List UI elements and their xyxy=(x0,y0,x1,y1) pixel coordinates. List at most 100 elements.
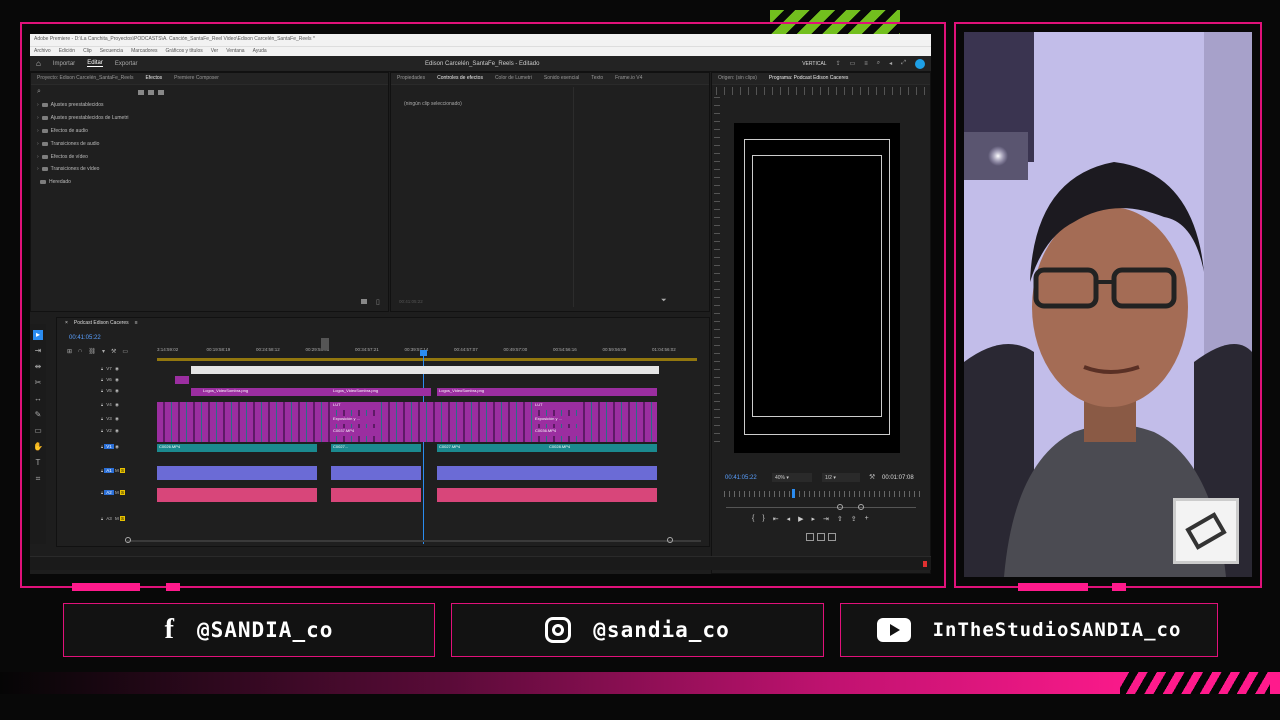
track-select-icon[interactable]: ⇥ xyxy=(33,346,43,356)
playhead-handle[interactable] xyxy=(420,350,427,356)
track-label[interactable]: A3 xyxy=(104,516,114,521)
tree-item[interactable]: Heredado xyxy=(31,176,388,189)
selection-tool-icon[interactable]: ▸ xyxy=(33,330,43,340)
tab-program[interactable]: Programa: Podcast Edison Caceres xyxy=(769,75,848,82)
tab-effects[interactable]: Efectos xyxy=(145,75,162,82)
rectangle-icon[interactable]: ▭ xyxy=(33,426,43,436)
preset-icon[interactable] xyxy=(148,89,154,95)
zoom-handle-left[interactable] xyxy=(837,504,843,510)
slip-icon[interactable]: ↔ xyxy=(33,394,43,404)
eye-icon[interactable]: ◉ xyxy=(114,416,119,421)
extract-icon[interactable]: ⇪ xyxy=(851,515,857,523)
settings-icon[interactable] xyxy=(828,533,836,541)
video-clip[interactable]: LUT xyxy=(533,402,583,410)
menu-item[interactable]: Marcadores xyxy=(131,48,157,55)
audio-clip[interactable] xyxy=(437,488,657,502)
monitor-scrub-bar[interactable] xyxy=(724,491,924,497)
audio-clip[interactable] xyxy=(331,466,421,480)
eye-icon[interactable]: ◉ xyxy=(114,402,119,407)
scroll-handle-right[interactable] xyxy=(667,537,673,543)
tab-text[interactable]: Texto xyxy=(591,75,603,82)
video-clip[interactable]: C0037.MP4 xyxy=(331,428,381,436)
track-label[interactable]: A2 xyxy=(104,490,114,495)
go-to-in-icon[interactable]: ⇤ xyxy=(773,515,779,523)
track-label[interactable]: A1 xyxy=(104,468,114,473)
step-back-icon[interactable]: ◂ xyxy=(787,515,791,523)
snap-icon[interactable]: ∩ xyxy=(78,348,82,355)
video-clip[interactable] xyxy=(191,388,201,396)
eye-icon[interactable]: ◉ xyxy=(114,428,119,433)
tree-item[interactable]: › Transiciones de vídeo xyxy=(31,163,388,176)
program-preview[interactable] xyxy=(734,123,900,453)
close-icon[interactable]: × xyxy=(65,320,68,328)
audio-clip[interactable] xyxy=(157,466,317,480)
menu-item[interactable]: Gráficos y títulos xyxy=(165,48,202,55)
menu-icon[interactable]: ≡ xyxy=(864,61,868,67)
panel-icon[interactable]: ▭ xyxy=(850,60,856,67)
solo-button[interactable]: S xyxy=(120,516,126,521)
sequence-tab[interactable]: Podcast Edison Caceres xyxy=(74,320,129,328)
speaker-icon[interactable]: ◂ xyxy=(889,60,892,67)
track-header-v7[interactable]: 🔒︎ V7 ◉ xyxy=(101,366,181,375)
search-icon[interactable]: ⌕ xyxy=(37,88,41,96)
track-label[interactable]: V6 xyxy=(104,377,114,382)
compare-icon[interactable] xyxy=(817,533,825,541)
tree-item[interactable]: › Efectos de vídeo xyxy=(31,150,388,163)
add-button-icon[interactable]: + xyxy=(865,515,869,523)
eye-icon[interactable]: ◉ xyxy=(114,388,119,393)
menu-item[interactable]: Edición xyxy=(59,48,75,55)
play-icon[interactable]: ▶ xyxy=(798,515,803,523)
menu-item[interactable]: Archivo xyxy=(34,48,51,55)
zoom-handle-right[interactable] xyxy=(858,504,864,510)
type-icon[interactable]: T xyxy=(33,458,43,468)
tab-editar[interactable]: Editar xyxy=(87,60,103,67)
resolution-select[interactable]: 1/2 ▾ xyxy=(822,473,860,482)
video-clip[interactable]: Logos_VideoSombra.png xyxy=(331,388,431,396)
tab-lumetri[interactable]: Color de Lumetri xyxy=(495,75,532,82)
video-clip[interactable]: C0027.MP4 xyxy=(437,444,547,452)
marker-icon[interactable]: ▾ xyxy=(102,348,105,355)
solo-button[interactable]: S xyxy=(120,468,126,473)
audio-clip[interactable] xyxy=(331,488,421,502)
captions-icon[interactable]: ▭ xyxy=(122,348,128,355)
menu-item[interactable]: Ayuda xyxy=(253,48,267,55)
share-icon[interactable]: ⇪ xyxy=(836,60,841,67)
audio-clip[interactable] xyxy=(437,466,657,480)
zoom-bar[interactable] xyxy=(726,507,916,508)
export-frame-icon[interactable] xyxy=(806,533,814,541)
settings-wrench-icon[interactable]: ⚒ xyxy=(111,348,116,355)
monitor-playhead[interactable] xyxy=(792,489,795,498)
tab-project[interactable]: Proyecto: Edison Carcelén_SantaFe_Reels xyxy=(37,75,133,82)
track-header-a3[interactable]: 🔒︎ A3 M S xyxy=(101,516,181,525)
tab-source[interactable]: Origen: (sin clips) xyxy=(718,75,757,82)
new-bin-icon[interactable] xyxy=(138,89,144,95)
eye-icon[interactable]: ◉ xyxy=(114,444,119,449)
tree-item[interactable]: › Transiciones de audio xyxy=(31,137,388,150)
tab-frameio[interactable]: Frame.io V4 xyxy=(615,75,642,82)
playhead-line[interactable] xyxy=(423,354,424,544)
scroll-handle-left[interactable] xyxy=(125,537,131,543)
tab-essential-sound[interactable]: Sonido esencial xyxy=(544,75,579,82)
menu-item[interactable]: Ver xyxy=(211,48,219,55)
ripple-edit-icon[interactable]: ⇹ xyxy=(33,362,43,372)
tab-exportar[interactable]: Exportar xyxy=(115,61,138,67)
wrench-icon[interactable]: ⚒ xyxy=(869,473,875,481)
lift-icon[interactable]: ⇧ xyxy=(837,515,843,523)
timeline-ruler[interactable]: 3:14:59:02 00:19:58:19 00:24:58:12 00:29:58… xyxy=(157,347,697,357)
video-clip[interactable]: C0036.MP4 xyxy=(533,428,583,436)
track-label[interactable]: V4 xyxy=(104,402,114,407)
video-clip[interactable]: C0026.MP4 xyxy=(157,444,317,452)
cloud-icon[interactable] xyxy=(915,58,925,69)
audio-clip[interactable] xyxy=(157,488,317,502)
video-clip[interactable]: Logos_VideoSombra.png xyxy=(437,388,657,396)
home-icon[interactable]: ⌂ xyxy=(36,59,41,68)
menu-item[interactable]: Clip xyxy=(83,48,92,55)
track-label[interactable]: V1 xyxy=(104,444,114,449)
solo-button[interactable]: S xyxy=(120,490,126,495)
step-forward-icon[interactable]: ▸ xyxy=(811,515,815,523)
menu-item[interactable]: Ventana xyxy=(226,48,244,55)
tab-properties[interactable]: Propiedades xyxy=(397,75,425,82)
track-label[interactable]: V3 xyxy=(104,416,114,421)
zoom-select[interactable]: 40% ▾ xyxy=(772,473,812,482)
tab-effect-controls[interactable]: Controles de efectos xyxy=(437,75,483,82)
